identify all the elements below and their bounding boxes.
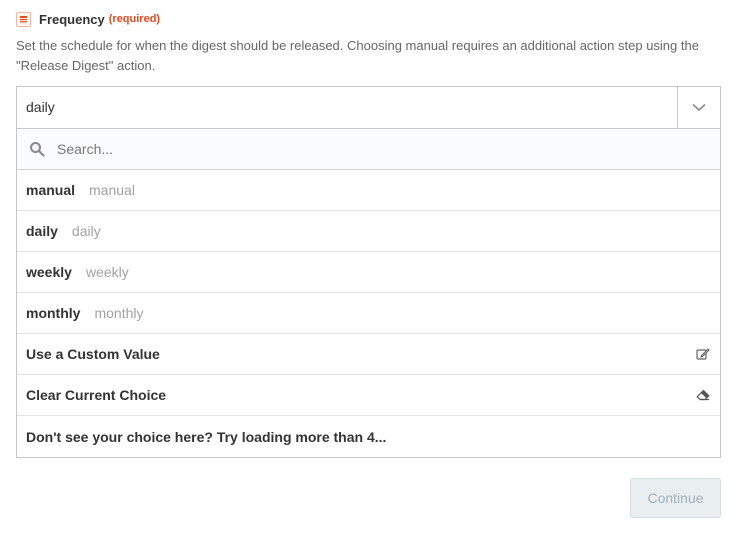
option-label: manual	[26, 182, 76, 198]
load-more-label: Don't see your choice here? Try loading …	[26, 428, 387, 445]
option-value: monthly	[94, 305, 144, 321]
field-help-text: Set the schedule for when the digest sho…	[16, 38, 699, 73]
option-manual[interactable]: manual manual	[17, 170, 720, 211]
option-daily[interactable]: daily daily	[17, 211, 720, 252]
continue-button[interactable]: Continue	[630, 478, 721, 518]
dropdown-menu: manual manual daily daily weekly weekly …	[16, 128, 721, 458]
option-weekly[interactable]: weekly weekly	[17, 252, 720, 293]
digest-app-icon	[16, 11, 31, 27]
select-toggle-button[interactable]	[677, 87, 720, 128]
field-header: Frequency (required)	[16, 10, 160, 28]
select-current-value: daily	[26, 99, 55, 115]
option-value: daily	[71, 223, 101, 239]
option-monthly[interactable]: monthly monthly	[17, 293, 720, 334]
field-label: Frequency	[39, 11, 105, 27]
option-label: monthly	[26, 305, 81, 321]
load-more-option[interactable]: Don't see your choice here? Try loading …	[17, 416, 720, 457]
search-row	[17, 129, 720, 170]
search-icon	[30, 142, 45, 157]
eraser-icon	[696, 388, 710, 402]
chevron-down-icon	[692, 103, 706, 112]
search-input[interactable]	[57, 141, 657, 157]
option-label: weekly	[26, 264, 72, 280]
option-value: manual	[89, 182, 135, 198]
required-indicator: (required)	[108, 13, 161, 25]
edit-icon	[696, 347, 710, 361]
custom-value-label: Use a Custom Value	[26, 346, 160, 362]
frequency-select[interactable]: daily	[16, 86, 721, 129]
clear-choice-label: Clear Current Choice	[26, 387, 167, 403]
clear-choice-option[interactable]: Clear Current Choice	[17, 375, 720, 416]
custom-value-option[interactable]: Use a Custom Value	[17, 334, 720, 375]
option-value: weekly	[85, 264, 129, 280]
option-label: daily	[26, 223, 58, 239]
